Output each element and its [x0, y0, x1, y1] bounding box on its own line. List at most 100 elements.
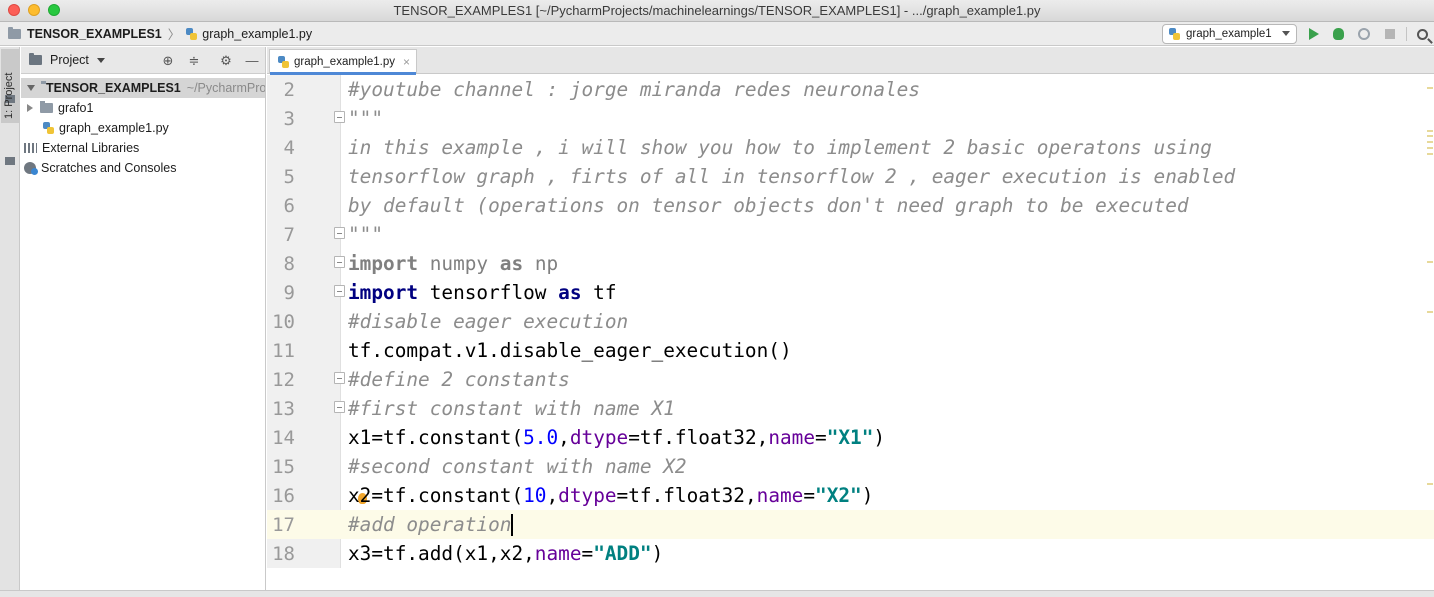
warning-marker[interactable]: [1427, 135, 1433, 137]
tree-item-external-libraries[interactable]: External Libraries: [21, 138, 265, 158]
text-cursor: [511, 514, 514, 537]
code-token: x1=tf.constant(: [348, 426, 524, 449]
code-token: =: [815, 426, 827, 449]
param-token: dtype: [569, 426, 629, 449]
line-number: 8: [283, 252, 295, 275]
collapse-all-icon[interactable]: ≑: [187, 54, 201, 68]
python-file-icon: [1169, 28, 1180, 40]
gear-icon[interactable]: ⚙: [219, 54, 233, 68]
tree-item-scratches[interactable]: Scratches and Consoles: [21, 158, 265, 178]
warning-marker[interactable]: [1427, 153, 1433, 155]
folder-icon: [8, 26, 21, 39]
warning-marker[interactable]: [1427, 483, 1433, 485]
error-stripe[interactable]: [1426, 75, 1434, 568]
window-title: TENSOR_EXAMPLES1 [~/PycharmProjects/mach…: [393, 3, 1041, 18]
code-text: """: [348, 223, 384, 246]
breadcrumb-file[interactable]: graph_example1.py: [202, 27, 312, 41]
folder-icon: [29, 53, 42, 65]
param-token: dtype: [558, 484, 617, 507]
warning-marker[interactable]: [1427, 311, 1433, 313]
hide-panel-icon[interactable]: —: [245, 54, 259, 68]
code-text: tf.compat.v1.disable_eager_execution(): [348, 339, 792, 362]
warning-marker[interactable]: [1427, 147, 1433, 149]
line-number: 6: [283, 194, 295, 217]
warning-marker[interactable]: [1427, 261, 1433, 263]
line-number: 9: [283, 281, 295, 304]
code-line[interactable]: 2 #youtube channel : jorge miranda redes…: [267, 75, 1434, 104]
line-number: 18: [272, 542, 295, 565]
tab-graph-example1[interactable]: graph_example1.py ×: [269, 49, 418, 75]
run-configuration-select[interactable]: graph_example1: [1162, 24, 1297, 44]
python-file-icon: [186, 27, 198, 40]
fold-icon[interactable]: [334, 372, 345, 384]
warning-marker[interactable]: [1427, 130, 1433, 132]
string-token: "X1": [826, 426, 874, 449]
close-icon[interactable]: ×: [403, 55, 410, 69]
line-number: 13: [272, 397, 295, 420]
line-number: 7: [283, 223, 295, 246]
module-token: tensorflow: [418, 281, 559, 304]
locate-file-icon[interactable]: ⊕: [161, 54, 175, 68]
tree-item-grafo1[interactable]: grafo1: [21, 98, 265, 118]
line-number: 3: [283, 107, 295, 130]
code-line[interactable]: 14 x1=tf.constant(5.0,dtype=tf.float32,n…: [267, 423, 1434, 452]
code-line-current[interactable]: 17 #add operation: [267, 510, 1434, 539]
fold-icon[interactable]: [334, 111, 345, 123]
breadcrumb-project[interactable]: TENSOR_EXAMPLES1: [27, 27, 162, 41]
code-line[interactable]: 16 x2=tf.constant(10,dtype=tf.float32,na…: [267, 481, 1434, 510]
chevron-down-icon[interactable]: [96, 57, 105, 63]
code-line[interactable]: 10 #disable eager execution: [267, 307, 1434, 336]
code-line[interactable]: 12 #define 2 constants: [267, 365, 1434, 394]
search-everywhere-button[interactable]: [1414, 26, 1430, 42]
structure-icon[interactable]: [5, 157, 15, 165]
fold-icon[interactable]: [334, 285, 345, 297]
breadcrumb-separator: 〉: [167, 28, 181, 42]
code-text: #second constant with name X2: [348, 455, 687, 478]
code-editor[interactable]: 2 #youtube channel : jorge miranda redes…: [267, 75, 1434, 568]
line-number: 17: [272, 513, 295, 536]
run-with-coverage-button[interactable]: [1356, 26, 1372, 42]
chevron-right-icon[interactable]: [27, 104, 33, 112]
code-line[interactable]: 6 by default (operations on tensor objec…: [267, 191, 1434, 220]
fold-icon[interactable]: [334, 227, 345, 239]
minimize-window-button[interactable]: [28, 4, 40, 16]
project-tool-window-label[interactable]: 1: Project: [3, 73, 15, 119]
maximize-window-button[interactable]: [48, 4, 60, 16]
tree-item-graph-example1[interactable]: graph_example1.py: [21, 118, 265, 138]
run-button[interactable]: [1306, 26, 1322, 42]
folder-icon: [40, 101, 53, 113]
keyword-token: as: [499, 252, 524, 275]
code-token: x2=tf.constant(: [348, 484, 524, 507]
code-line[interactable]: 3 """: [267, 104, 1434, 133]
code-line[interactable]: 15 #second constant with name X2: [267, 452, 1434, 481]
warning-marker[interactable]: [1427, 87, 1433, 89]
tree-item-label: TENSOR_EXAMPLES1: [46, 81, 181, 95]
fold-icon[interactable]: [334, 256, 345, 268]
code-token: ,: [546, 484, 559, 507]
project-view-selector[interactable]: Project: [50, 53, 89, 67]
code-text: x2=tf.constant(10,dtype=tf.float32,name=…: [348, 484, 873, 507]
code-line[interactable]: 7 """: [267, 220, 1434, 249]
close-window-button[interactable]: [8, 4, 20, 16]
project-panel: Project ⊕ ≑ ⚙ — TENSOR_EXAMPLES1 ~/Pycha…: [21, 47, 266, 597]
code-line[interactable]: 4 in this example , i will show you how …: [267, 133, 1434, 162]
stop-button[interactable]: [1382, 26, 1398, 42]
code-text: x1=tf.constant(5.0,dtype=tf.float32,name…: [348, 426, 885, 449]
code-line[interactable]: 18 x3=tf.add(x1,x2,name="ADD"): [267, 539, 1434, 568]
toolbar-divider: [1406, 27, 1407, 41]
code-line[interactable]: 5 tensorflow graph , firts of all in ten…: [267, 162, 1434, 191]
code-token: ): [651, 542, 664, 565]
code-line[interactable]: 8 import numpy as np: [267, 249, 1434, 278]
fold-icon[interactable]: [334, 401, 345, 413]
scratches-icon: [24, 162, 38, 175]
tree-item-root[interactable]: TENSOR_EXAMPLES1 ~/PycharmProjects/: [21, 78, 265, 98]
debug-button[interactable]: [1330, 26, 1346, 42]
code-line[interactable]: 11 tf.compat.v1.disable_eager_execution(…: [267, 336, 1434, 365]
code-line[interactable]: 13 #first constant with name X1: [267, 394, 1434, 423]
chevron-down-icon[interactable]: [27, 85, 35, 91]
tab-label: graph_example1.py: [294, 56, 396, 68]
code-line[interactable]: 9 import tensorflow as tf: [267, 278, 1434, 307]
code-text: #add operation: [348, 513, 514, 537]
warning-marker[interactable]: [1427, 141, 1433, 143]
stop-icon: [1385, 29, 1395, 39]
